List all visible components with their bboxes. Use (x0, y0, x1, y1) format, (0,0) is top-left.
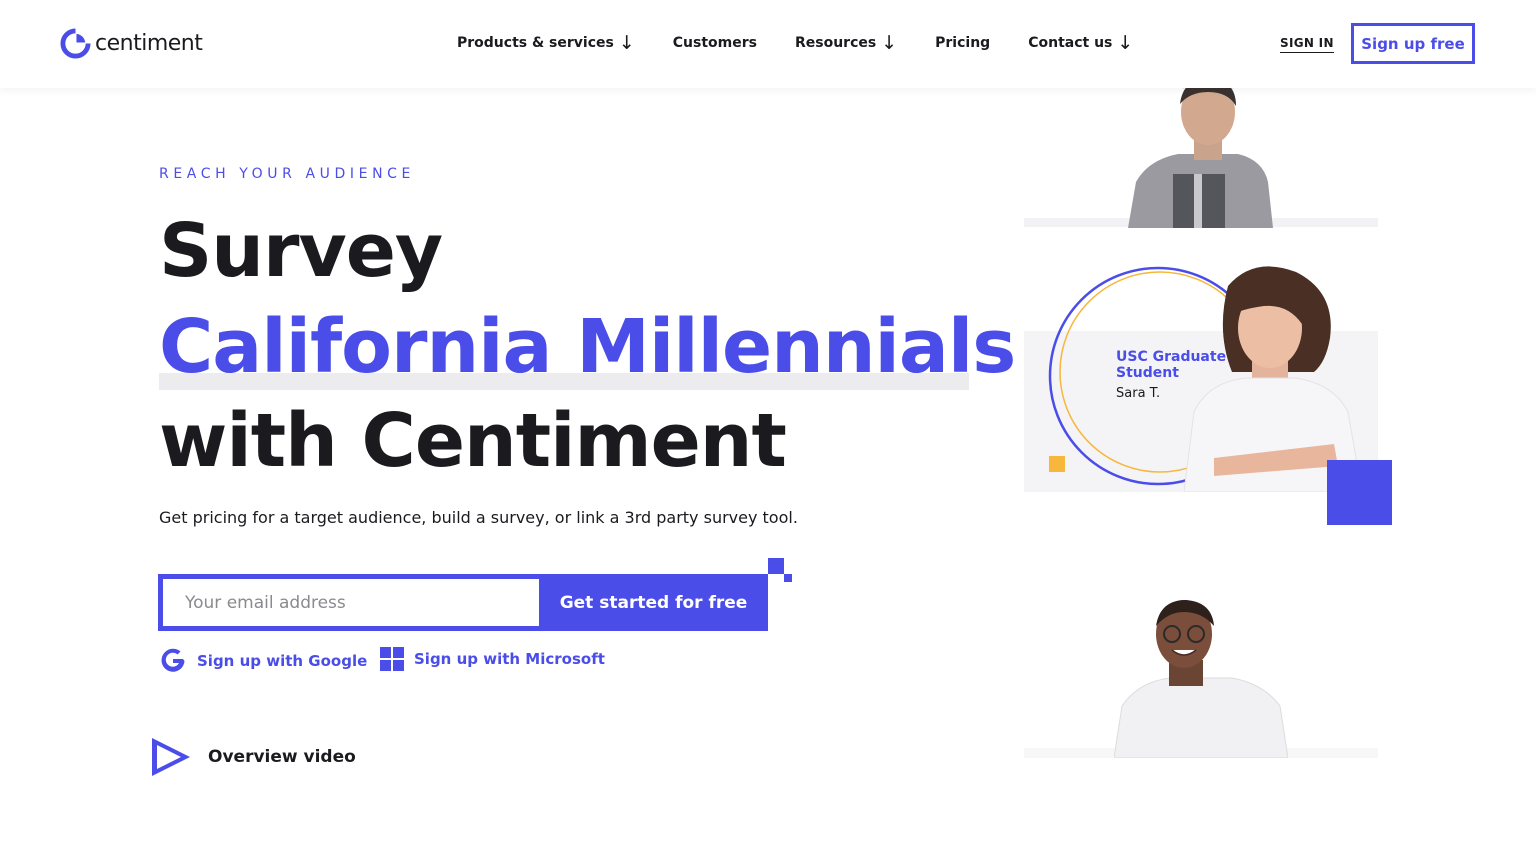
nav-pricing[interactable]: Pricing (935, 35, 990, 51)
nav-label: Resources (794, 34, 877, 51)
logo[interactable]: centiment (60, 28, 203, 59)
decor-square-yellow (1049, 456, 1065, 472)
microsoft-icon (380, 647, 404, 671)
logo-text: centiment (95, 31, 203, 56)
overview-video-link[interactable]: Overview video (150, 736, 356, 778)
nav-resources[interactable]: Resources ↓ (794, 32, 898, 54)
person-photo-man-glasses (1114, 600, 1288, 758)
decor-pixel (768, 558, 784, 574)
microsoft-signup-link[interactable]: Sign up with Microsoft (380, 647, 605, 671)
eyebrow-label: REACH YOUR AUDIENCE (159, 166, 415, 182)
sign-up-free-button[interactable]: Sign up free (1351, 23, 1475, 64)
main-nav: Products & services ↓ Customers Resource… (457, 32, 1171, 54)
play-icon (152, 738, 190, 776)
microsoft-signup-label: Sign up with Microsoft (414, 650, 605, 668)
nav-customers[interactable]: Customers (673, 35, 757, 51)
arrow-down-icon: ↓ (618, 32, 635, 54)
nav-label: Pricing (935, 34, 991, 51)
signup-form: Get started for free (158, 574, 768, 631)
nav-contact-us[interactable]: Contact us ↓ (1028, 32, 1134, 54)
site-header: centiment Products & services ↓ Customer… (0, 0, 1536, 88)
testimonial-title: USC Graduate Student (1116, 349, 1227, 381)
nav-products-services[interactable]: Products & services ↓ (457, 32, 635, 54)
headline-line-3: with Centiment (159, 398, 787, 484)
centiment-logo-icon (60, 28, 91, 59)
nav-label: Contact us (1028, 34, 1113, 51)
arrow-down-icon: ↓ (1117, 32, 1134, 54)
headline-line-2: California Millennials (159, 304, 1016, 390)
decor-pixel (784, 574, 792, 582)
google-icon (161, 648, 185, 672)
email-input[interactable] (163, 579, 539, 626)
google-signup-label: Sign up with Google (197, 652, 368, 670)
nav-label: Products & services (457, 34, 614, 51)
get-started-button[interactable]: Get started for free (539, 574, 768, 631)
headline-line-1: Survey (159, 208, 443, 294)
hero-subtitle: Get pricing for a target audience, build… (159, 508, 798, 527)
arrow-down-icon: ↓ (881, 32, 898, 54)
overview-video-label: Overview video (208, 747, 356, 767)
nav-label: Customers (672, 34, 757, 51)
decor-square-blue (1327, 460, 1392, 525)
google-signup-link[interactable]: Sign up with Google (159, 647, 367, 675)
testimonial-name: Sara T. (1116, 386, 1161, 401)
sign-in-link[interactable]: SIGN IN (1280, 36, 1334, 53)
